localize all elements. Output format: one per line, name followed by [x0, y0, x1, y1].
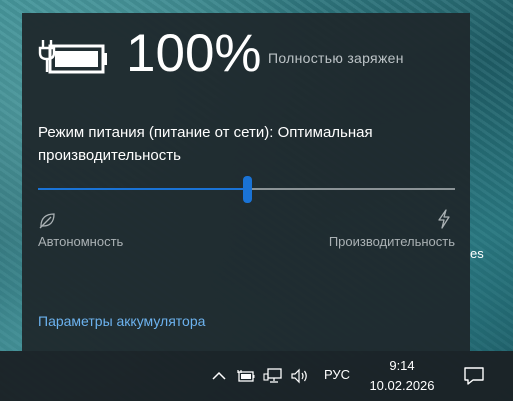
leaf-icon [39, 213, 55, 229]
slider-fill [38, 188, 247, 190]
power-mode-slider[interactable] [38, 176, 455, 204]
input-language-indicator[interactable]: РУС [324, 367, 350, 382]
slider-label-battery-saver: Автономность [38, 234, 124, 249]
action-center-icon[interactable] [463, 366, 485, 386]
chevron-up-icon[interactable] [209, 367, 229, 385]
taskbar: РУС 9:14 10.02.2026 [0, 351, 513, 401]
clock-date: 10.02.2026 [369, 378, 435, 393]
battery-status: Полностью заряжен [268, 50, 404, 66]
volume-icon[interactable] [290, 367, 310, 385]
taskbar-clock[interactable]: 9:14 10.02.2026 [360, 356, 444, 396]
battery-icon[interactable] [235, 367, 255, 385]
battery-settings-link[interactable]: Параметры аккумулятора [38, 313, 205, 329]
clock-time: 9:14 [389, 358, 415, 373]
power-mode-label: Режим питания (питание от сети): Оптимал… [38, 124, 373, 164]
battery-charging-full-icon [38, 40, 107, 74]
slider-thumb[interactable] [243, 176, 252, 203]
desktop-peek-text: es [470, 246, 484, 261]
network-icon[interactable] [263, 367, 283, 385]
lightning-bolt-icon [438, 209, 450, 229]
battery-flyout: 100% Полностью заряжен Режим питания (пи… [22, 13, 470, 351]
battery-percentage: 100% [126, 24, 262, 83]
slider-label-performance: Производительность [328, 234, 455, 249]
